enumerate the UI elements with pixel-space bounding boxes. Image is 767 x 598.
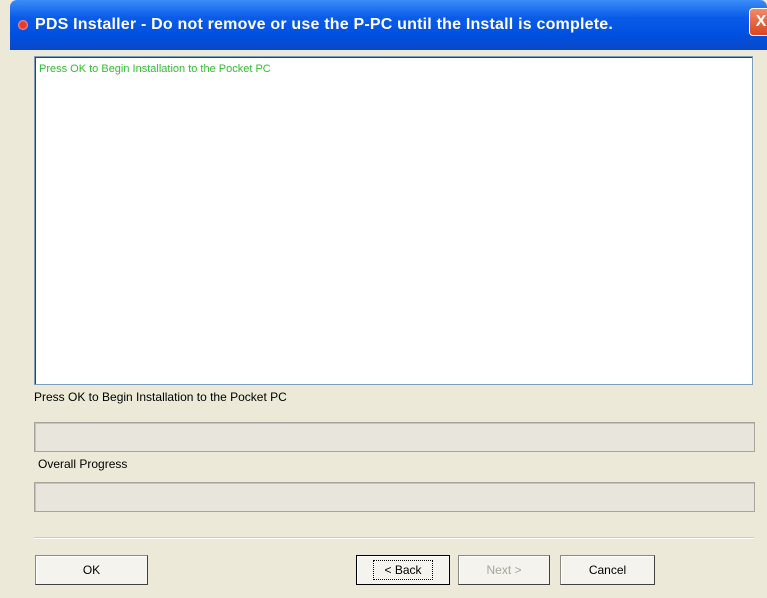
log-line: Press OK to Begin Installation to the Po…	[39, 63, 271, 75]
cancel-button[interactable]: Cancel	[560, 555, 655, 585]
status-message: Press OK to Begin Installation to the Po…	[34, 390, 287, 404]
overall-progress-bar	[34, 482, 755, 512]
back-button-label: < Back	[373, 560, 433, 580]
button-divider	[34, 537, 754, 539]
item-progress-bar	[34, 422, 755, 452]
installer-window: PDS Installer - Do not remove or use the…	[10, 0, 767, 598]
install-log[interactable]: Press OK to Begin Installation to the Po…	[34, 56, 753, 385]
overall-progress-label: Overall Progress	[38, 457, 128, 471]
ok-button[interactable]: OK	[35, 555, 148, 585]
app-icon	[18, 20, 28, 30]
close-icon: X	[755, 13, 767, 30]
title-bar[interactable]: PDS Installer - Do not remove or use the…	[10, 0, 767, 50]
window-title: PDS Installer - Do not remove or use the…	[35, 16, 613, 33]
next-button[interactable]: Next >	[458, 555, 550, 585]
close-button[interactable]: X	[749, 8, 767, 36]
back-button[interactable]: < Back	[356, 555, 450, 585]
